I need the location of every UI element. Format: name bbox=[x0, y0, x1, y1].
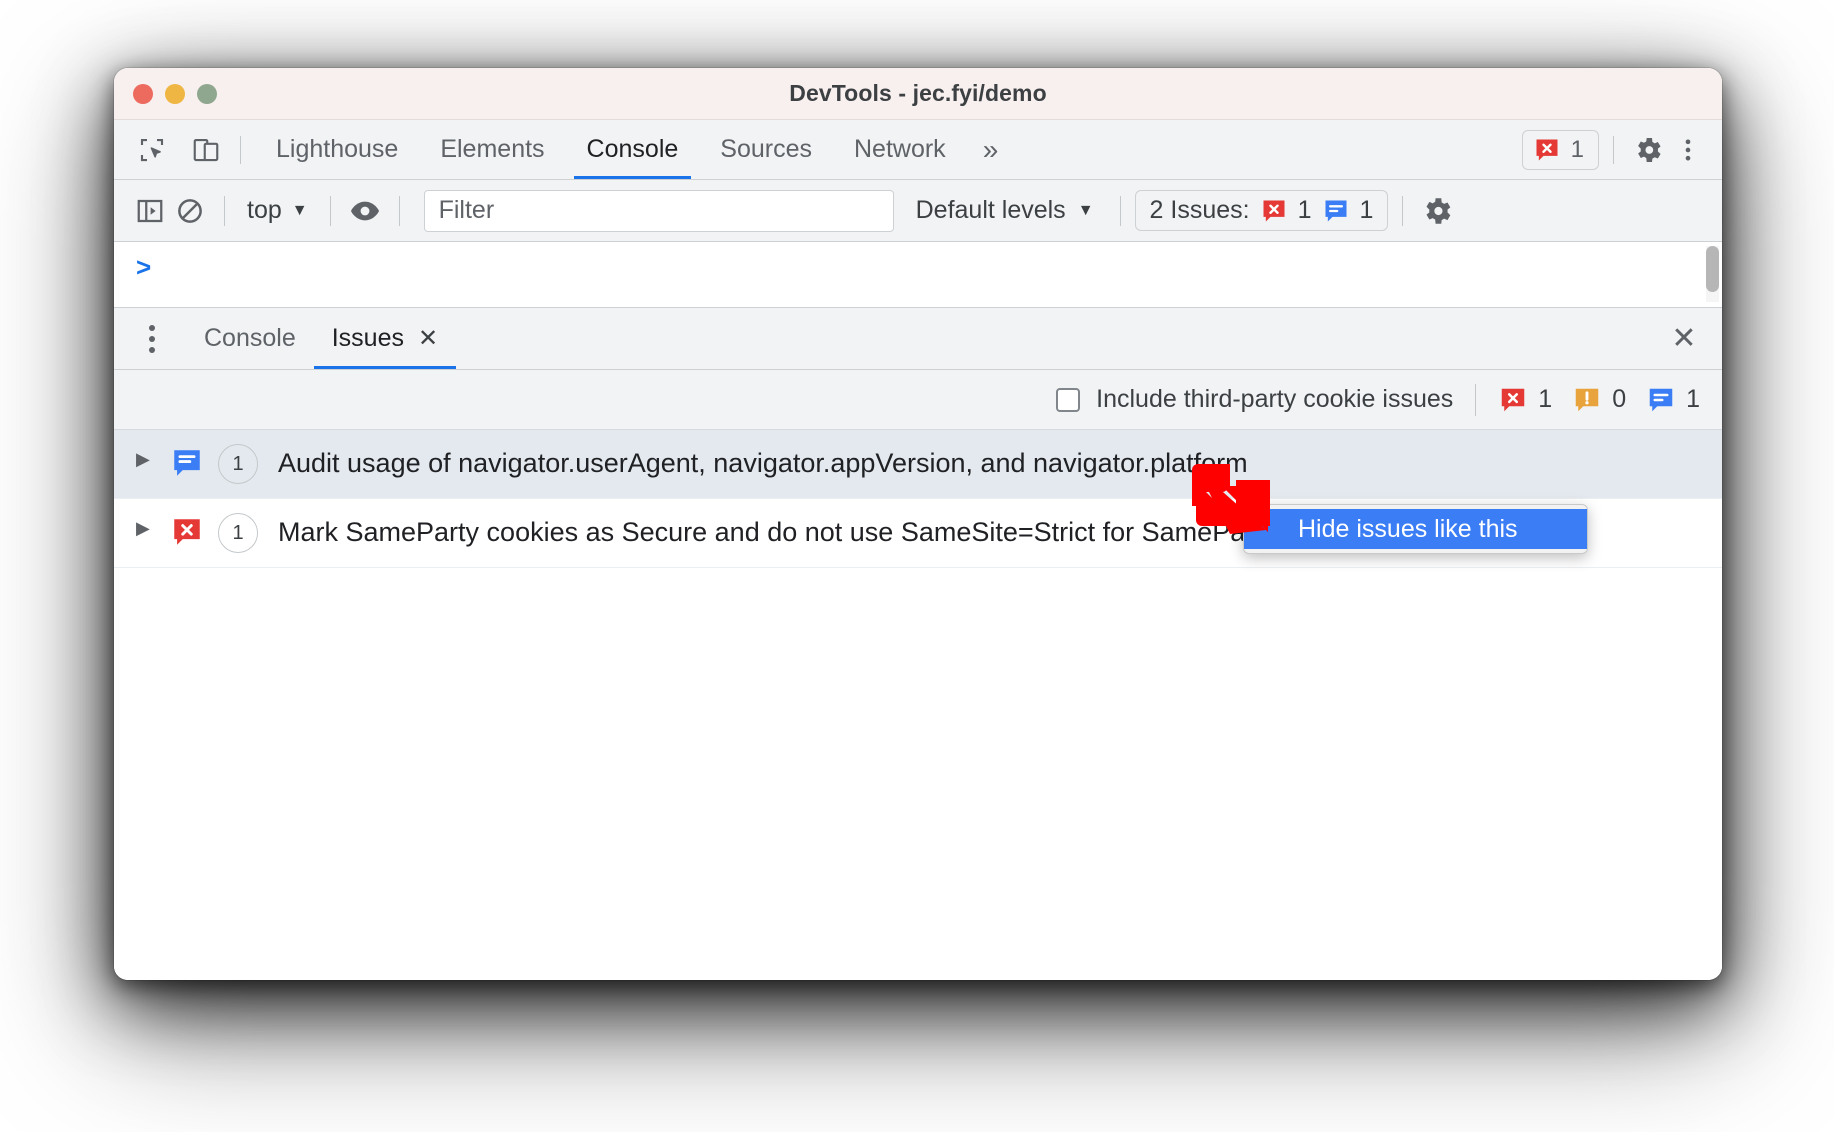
chevron-down-icon-levels: ▼ bbox=[1077, 201, 1094, 219]
error-icon bbox=[1536, 139, 1558, 160]
execution-context-selector[interactable]: top ▼ bbox=[239, 196, 316, 225]
issues-warning-count-group: 0 bbox=[1572, 385, 1626, 415]
tab-network-label: Network bbox=[854, 135, 946, 163]
clear-console-icon[interactable] bbox=[170, 191, 210, 231]
issue-title: Audit usage of navigator.userAgent, navi… bbox=[278, 448, 1248, 478]
console-scrollbar-thumb[interactable] bbox=[1706, 246, 1719, 292]
console-toolbar: top ▼ Filter Default levels ▼ 2 Issues: bbox=[114, 180, 1722, 242]
filter-placeholder: Filter bbox=[438, 196, 495, 224]
tab-lighthouse[interactable]: Lighthouse bbox=[255, 120, 419, 179]
chevron-down-icon: ▼ bbox=[291, 201, 308, 219]
more-tabs-icon[interactable]: » bbox=[967, 135, 1015, 164]
drawer-close-button[interactable]: ✕ bbox=[1662, 317, 1706, 361]
issues-filter-bar: Include third-party cookie issues 1 0 1 bbox=[114, 370, 1722, 430]
console-toolbar-divider-3 bbox=[398, 195, 400, 226]
issue-row[interactable]: ▶ 1 Audit usage of navigator.userAgent, … bbox=[114, 430, 1722, 499]
issues-error-count-value: 1 bbox=[1538, 385, 1553, 413]
tab-elements-label: Elements bbox=[440, 135, 545, 163]
console-toolbar-divider-2 bbox=[329, 195, 331, 226]
warning-icon bbox=[1575, 388, 1599, 411]
expand-triangle-icon[interactable]: ▶ bbox=[136, 513, 170, 537]
tab-sources-label: Sources bbox=[720, 135, 812, 163]
context-menu-item-hide-issues[interactable]: Hide issues like this bbox=[1244, 509, 1587, 549]
info-icon bbox=[1649, 388, 1673, 411]
issues-error-count-group: 1 bbox=[1498, 385, 1552, 415]
drawer-tabbar: Console Issues ✕ ✕ bbox=[114, 308, 1722, 370]
minimize-window-button[interactable] bbox=[165, 83, 185, 104]
issues-info-count-group: 1 bbox=[1646, 385, 1700, 415]
close-icon[interactable]: ✕ bbox=[418, 326, 438, 351]
expand-triangle-icon[interactable]: ▶ bbox=[136, 444, 170, 468]
gear-icon[interactable] bbox=[1628, 130, 1668, 170]
error-icon bbox=[1502, 388, 1525, 411]
execution-context-value: top bbox=[247, 196, 282, 224]
tab-console-label: Console bbox=[586, 135, 679, 163]
filter-input[interactable]: Filter bbox=[423, 189, 894, 232]
annotation-arrow-icon bbox=[1190, 460, 1276, 538]
console-toolbar-divider-4 bbox=[1119, 195, 1121, 226]
zoom-window-button[interactable] bbox=[197, 83, 217, 104]
issues-summary-label: 2 Issues: bbox=[1149, 196, 1250, 224]
drawer-tab-issues-label: Issues bbox=[331, 324, 404, 352]
inspect-element-icon[interactable] bbox=[132, 130, 172, 170]
tab-lighthouse-label: Lighthouse bbox=[276, 135, 399, 163]
console-prompt-chevron: > bbox=[136, 252, 152, 282]
close-window-button[interactable] bbox=[133, 83, 153, 104]
toolbar-divider-2 bbox=[1613, 135, 1614, 164]
console-toolbar-divider-5 bbox=[1402, 195, 1404, 226]
kebab-menu-icon[interactable] bbox=[1668, 130, 1708, 170]
panel-tabs: Lighthouse Elements Console Sources Netw… bbox=[255, 120, 1014, 179]
traffic-lights bbox=[114, 83, 217, 104]
issues-error-count: 1 bbox=[1297, 196, 1312, 224]
window-titlebar: DevTools - jec.fyi/demo bbox=[114, 68, 1722, 120]
error-icon-small bbox=[1263, 200, 1285, 221]
toolbar-divider bbox=[240, 135, 241, 164]
issue-count-chip: 1 bbox=[218, 513, 258, 553]
console-sidebar-icon[interactable] bbox=[130, 191, 170, 231]
third-party-cookie-checkbox[interactable] bbox=[1056, 387, 1081, 412]
issues-warning-count-value: 0 bbox=[1612, 385, 1627, 413]
third-party-cookie-label: Include third-party cookie issues bbox=[1096, 385, 1454, 413]
screenshot-stage: DevTools - jec.fyi/demo Lighthouse Eleme… bbox=[0, 0, 1834, 1132]
log-levels-value: Default levels bbox=[915, 196, 1066, 224]
error-count-badge[interactable]: 1 bbox=[1521, 129, 1599, 170]
third-party-cookie-checkbox-group[interactable]: Include third-party cookie issues bbox=[1056, 385, 1453, 414]
drawer-kebab-menu-icon[interactable] bbox=[132, 319, 172, 359]
drawer-tab-console-label: Console bbox=[204, 324, 296, 352]
error-icon bbox=[170, 513, 218, 549]
tab-elements[interactable]: Elements bbox=[419, 120, 565, 179]
console-settings-gear-icon[interactable] bbox=[1417, 191, 1457, 231]
drawer-tab-console[interactable]: Console bbox=[186, 308, 314, 369]
drawer-panel: Console Issues ✕ ✕ Include third-party c… bbox=[114, 308, 1722, 980]
error-count-value: 1 bbox=[1570, 135, 1584, 163]
issue-count-chip: 1 bbox=[218, 444, 258, 484]
tab-sources[interactable]: Sources bbox=[699, 120, 833, 179]
console-output-area[interactable]: > bbox=[114, 242, 1722, 308]
console-toolbar-divider-1 bbox=[224, 195, 225, 226]
tab-network[interactable]: Network bbox=[833, 120, 967, 179]
console-scrollbar[interactable] bbox=[1706, 246, 1719, 302]
window-title: DevTools - jec.fyi/demo bbox=[789, 80, 1047, 106]
tab-console[interactable]: Console bbox=[566, 120, 700, 179]
context-menu: Hide issues like this bbox=[1243, 504, 1588, 554]
log-levels-selector[interactable]: Default levels ▼ bbox=[904, 196, 1106, 225]
info-icon bbox=[170, 444, 218, 480]
issues-bar-divider bbox=[1475, 383, 1477, 416]
toolbar-right-group: 1 bbox=[1521, 129, 1708, 170]
issues-summary-button[interactable]: 2 Issues: 1 1 bbox=[1134, 190, 1389, 231]
issues-info-count-value: 1 bbox=[1686, 385, 1700, 413]
issues-info-count: 1 bbox=[1359, 196, 1374, 224]
devtools-window: DevTools - jec.fyi/demo Lighthouse Eleme… bbox=[114, 68, 1722, 980]
info-icon-small bbox=[1325, 200, 1346, 221]
drawer-tab-issues[interactable]: Issues ✕ bbox=[313, 308, 457, 369]
device-toolbar-icon[interactable] bbox=[186, 130, 226, 170]
main-toolbar: Lighthouse Elements Console Sources Netw… bbox=[114, 120, 1722, 180]
eye-icon[interactable] bbox=[345, 191, 385, 231]
toolbar-icon-group bbox=[132, 130, 226, 170]
